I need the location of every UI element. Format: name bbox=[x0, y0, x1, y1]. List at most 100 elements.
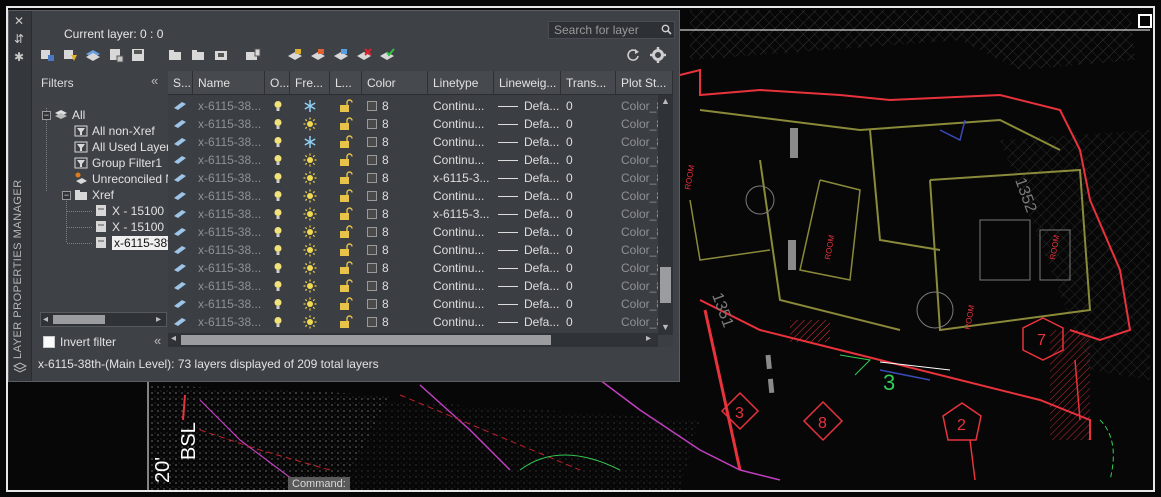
layer-transparency[interactable]: 0 bbox=[566, 259, 611, 277]
gear-icon[interactable] bbox=[650, 47, 666, 63]
layer-color[interactable]: 8 bbox=[382, 97, 422, 115]
column-color[interactable]: Color bbox=[362, 71, 428, 95]
layer-name[interactable]: x-6115-38... bbox=[198, 259, 264, 277]
layer-plot-style[interactable]: Color_8 bbox=[621, 223, 658, 241]
color-swatch[interactable] bbox=[367, 245, 377, 255]
layer-lineweight[interactable]: Defa... bbox=[524, 187, 560, 205]
sun-icon[interactable] bbox=[303, 207, 317, 221]
layer-plot-style[interactable]: Color_8 bbox=[621, 241, 658, 259]
layer-linetype[interactable]: Continu... bbox=[433, 259, 493, 277]
unlocked-padlock-icon[interactable] bbox=[338, 297, 354, 311]
layer-linetype[interactable]: Continu... bbox=[433, 313, 493, 331]
layer-transparency[interactable]: 0 bbox=[566, 133, 611, 151]
unlocked-padlock-icon[interactable] bbox=[338, 279, 354, 293]
layer-plot-style[interactable]: Color_8 bbox=[621, 169, 658, 187]
sun-icon[interactable] bbox=[303, 315, 317, 329]
layer-color[interactable]: 8 bbox=[382, 259, 422, 277]
layer-transparency[interactable]: 0 bbox=[566, 313, 611, 331]
isolate-icon[interactable] bbox=[310, 47, 326, 63]
layer-name[interactable]: x-6115-38... bbox=[198, 115, 264, 133]
layer-lineweight[interactable]: Defa... bbox=[524, 259, 560, 277]
table-row[interactable]: x-6115-38... 8 Continu... Defa... 0 Color_8 bbox=[168, 115, 658, 133]
search-icon[interactable] bbox=[661, 24, 672, 35]
layer-color[interactable]: 8 bbox=[382, 151, 422, 169]
column-lineweight[interactable]: Lineweig... bbox=[494, 71, 561, 95]
layer-transparency[interactable]: 0 bbox=[566, 295, 611, 313]
layer-color[interactable]: 8 bbox=[382, 241, 422, 259]
table-row[interactable]: x-6115-38... 8 Continu... Defa... 0 Color_8 bbox=[168, 295, 658, 313]
lightbulb-icon[interactable] bbox=[273, 190, 283, 202]
filter-node-all[interactable]: All bbox=[54, 107, 85, 123]
invert-filter-checkbox[interactable] bbox=[43, 336, 55, 348]
color-swatch[interactable] bbox=[367, 101, 377, 111]
layer-transparency[interactable]: 0 bbox=[566, 187, 611, 205]
column-on[interactable]: O... bbox=[265, 71, 290, 95]
layer-name[interactable]: x-6115-38... bbox=[198, 169, 264, 187]
layer-name[interactable]: x-6115-38... bbox=[198, 223, 264, 241]
table-row[interactable]: x-6115-38... 8 Continu... Defa... 0 Color_8 bbox=[168, 223, 658, 241]
filter-node-xref-2[interactable]: X - 15100 bbox=[94, 219, 164, 235]
unlocked-padlock-icon[interactable] bbox=[338, 243, 354, 257]
sun-icon[interactable] bbox=[303, 171, 317, 185]
lightbulb-icon[interactable] bbox=[273, 154, 283, 166]
table-row[interactable]: x-6115-38... 8 x-6115-3... Defa... 0 Color_8 bbox=[168, 169, 658, 187]
unlocked-padlock-icon[interactable] bbox=[338, 261, 354, 275]
layer-color[interactable]: 8 bbox=[382, 313, 422, 331]
layer-plot-style[interactable]: Color_8 bbox=[621, 133, 658, 151]
delete-layer-icon[interactable] bbox=[213, 47, 229, 63]
layer-name[interactable]: x-6115-38... bbox=[198, 97, 264, 115]
unlocked-padlock-icon[interactable] bbox=[338, 315, 354, 329]
table-row[interactable]: x-6115-38... 8 Continu... Defa... 0 Color_8 bbox=[168, 241, 658, 259]
command-line-label[interactable]: Command: bbox=[288, 477, 350, 491]
layer-linetype[interactable]: Continu... bbox=[433, 151, 493, 169]
color-swatch[interactable] bbox=[367, 209, 377, 219]
layer-transparency[interactable]: 0 bbox=[566, 241, 611, 259]
layer-plot-style[interactable]: Color_8 bbox=[621, 115, 658, 133]
unlocked-padlock-icon[interactable] bbox=[338, 171, 354, 185]
column-name[interactable]: Name bbox=[193, 71, 265, 95]
set-current-icon[interactable] bbox=[245, 47, 261, 63]
layer-states-manager-icon[interactable] bbox=[85, 47, 101, 63]
layer-plot-style[interactable]: Color_8 bbox=[621, 151, 658, 169]
merge-icon[interactable] bbox=[379, 47, 395, 63]
color-swatch[interactable] bbox=[367, 299, 377, 309]
lightbulb-icon[interactable] bbox=[273, 100, 283, 112]
tree-collapse-toggle[interactable]: − bbox=[42, 111, 51, 120]
layer-plot-style[interactable]: Color_8 bbox=[621, 205, 658, 223]
layer-lineweight[interactable]: Defa... bbox=[524, 241, 560, 259]
lightbulb-icon[interactable] bbox=[273, 226, 283, 238]
layer-color[interactable]: 8 bbox=[382, 277, 422, 295]
layer-walk-icon[interactable] bbox=[287, 47, 303, 63]
lightbulb-icon[interactable] bbox=[273, 118, 283, 130]
column-plot-style[interactable]: Plot St... bbox=[616, 71, 673, 95]
table-row[interactable]: x-6115-38... 8 Continu... Defa... 0 Color_8 bbox=[168, 259, 658, 277]
layer-list-vertical-scrollbar[interactable]: ▲ ▼ bbox=[658, 95, 673, 335]
layer-color[interactable]: 8 bbox=[382, 169, 422, 187]
layer-name[interactable]: x-6115-38... bbox=[198, 205, 264, 223]
layer-name[interactable]: x-6115-38... bbox=[198, 241, 264, 259]
table-row[interactable]: x-6115-38... 8 Continu... Defa... 0 Color_8 bbox=[168, 277, 658, 295]
layer-transparency[interactable]: 0 bbox=[566, 169, 611, 187]
snowflake-icon[interactable] bbox=[303, 135, 317, 149]
scroll-thumb[interactable] bbox=[181, 335, 551, 345]
scroll-left-icon[interactable]: ◂ bbox=[43, 314, 48, 325]
color-swatch[interactable] bbox=[367, 119, 377, 129]
new-group-filter-icon[interactable] bbox=[62, 47, 78, 63]
lightbulb-icon[interactable] bbox=[273, 316, 283, 328]
filter-node-xref-selected[interactable]: x-6115-38th bbox=[94, 235, 180, 251]
layer-transparency[interactable]: 0 bbox=[566, 115, 611, 133]
snowflake-icon[interactable] bbox=[303, 99, 317, 113]
xref-filter-icon[interactable] bbox=[108, 47, 124, 63]
layer-plot-style[interactable]: Color_8 bbox=[621, 187, 658, 205]
lightbulb-icon[interactable] bbox=[273, 136, 283, 148]
unlocked-padlock-icon[interactable] bbox=[338, 117, 354, 131]
layer-color[interactable]: 8 bbox=[382, 187, 422, 205]
sun-icon[interactable] bbox=[303, 243, 317, 257]
layer-color[interactable]: 8 bbox=[382, 133, 422, 151]
layer-lineweight[interactable]: Defa... bbox=[524, 97, 560, 115]
filter-node-used[interactable]: All Used Layers bbox=[74, 139, 176, 155]
color-swatch[interactable] bbox=[367, 317, 377, 327]
layer-linetype[interactable]: x-6115-3... bbox=[433, 205, 493, 223]
lightbulb-icon[interactable] bbox=[273, 172, 283, 184]
layer-lineweight[interactable]: Defa... bbox=[524, 313, 560, 331]
